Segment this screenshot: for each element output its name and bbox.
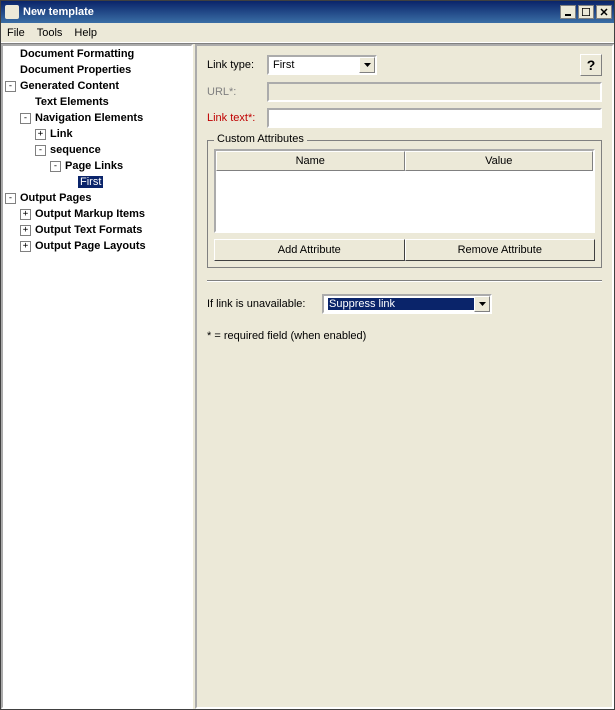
menubar: File Tools Help (1, 23, 614, 43)
link-unavailable-dropdown[interactable]: Suppress link (322, 294, 492, 314)
expand-toggle[interactable]: + (20, 209, 31, 220)
add-attribute-button[interactable]: Add Attribute (214, 239, 405, 261)
custom-attributes-fieldset: Custom Attributes Name Value Add Attribu… (207, 140, 602, 268)
divider (207, 280, 602, 282)
link-text-label: Link text*: (207, 112, 267, 124)
app-icon (5, 5, 19, 19)
expand-toggle[interactable]: + (35, 129, 46, 140)
tree-doc-properties[interactable]: Document Properties (18, 64, 133, 76)
window-title: New template (23, 6, 558, 18)
tree-link[interactable]: Link (48, 128, 75, 140)
tree-nav-elements[interactable]: Navigation Elements (33, 112, 145, 124)
menu-help[interactable]: Help (74, 27, 97, 39)
custom-attributes-legend: Custom Attributes (214, 133, 307, 145)
menu-tools[interactable]: Tools (37, 27, 63, 39)
column-value-header[interactable]: Value (405, 151, 594, 171)
tree-generated-content[interactable]: Generated Content (18, 80, 121, 92)
menu-file[interactable]: File (7, 27, 25, 39)
url-input[interactable] (267, 82, 602, 102)
help-button[interactable]: ? (580, 54, 602, 76)
maximize-button[interactable] (578, 5, 594, 19)
tree-output-text-formats[interactable]: Output Text Formats (33, 224, 144, 236)
column-name-header[interactable]: Name (216, 151, 405, 171)
detail-pane: Link type: First ? URL*: Link text*: Cus… (195, 44, 614, 709)
chevron-down-icon[interactable] (359, 57, 375, 73)
expand-toggle[interactable]: - (35, 145, 46, 156)
required-footnote: * = required field (when enabled) (207, 330, 602, 342)
tree-pane: Document Formatting Document Properties … (1, 44, 193, 709)
minimize-button[interactable] (560, 5, 576, 19)
expand-toggle[interactable]: - (5, 193, 16, 204)
expand-toggle[interactable]: + (20, 225, 31, 236)
tree-doc-formatting[interactable]: Document Formatting (18, 48, 136, 60)
url-label: URL*: (207, 86, 267, 98)
link-unavailable-value: Suppress link (328, 298, 474, 310)
link-type-label: Link type: (207, 59, 267, 71)
tree-output-page-layouts[interactable]: Output Page Layouts (33, 240, 148, 252)
tree-page-links[interactable]: Page Links (63, 160, 125, 172)
link-type-value: First (273, 59, 359, 71)
tree-sequence[interactable]: sequence (48, 144, 103, 156)
tree-output-pages[interactable]: Output Pages (18, 192, 94, 204)
link-type-dropdown[interactable]: First (267, 55, 377, 75)
chevron-down-icon[interactable] (474, 296, 490, 312)
attributes-table[interactable]: Name Value (214, 149, 595, 233)
titlebar: New template (1, 1, 614, 23)
close-button[interactable] (596, 5, 612, 19)
tree-output-markup[interactable]: Output Markup Items (33, 208, 147, 220)
link-unavailable-label: If link is unavailable: (207, 298, 322, 310)
tree-text-elements[interactable]: Text Elements (33, 96, 111, 108)
window: New template File Tools Help Document Fo… (0, 0, 615, 710)
remove-attribute-button[interactable]: Remove Attribute (405, 239, 596, 261)
expand-toggle[interactable]: - (5, 81, 16, 92)
link-text-input[interactable] (267, 108, 602, 128)
expand-toggle[interactable]: - (20, 113, 31, 124)
expand-toggle[interactable]: + (20, 241, 31, 252)
expand-toggle[interactable]: - (50, 161, 61, 172)
tree-first[interactable]: First (78, 176, 103, 188)
